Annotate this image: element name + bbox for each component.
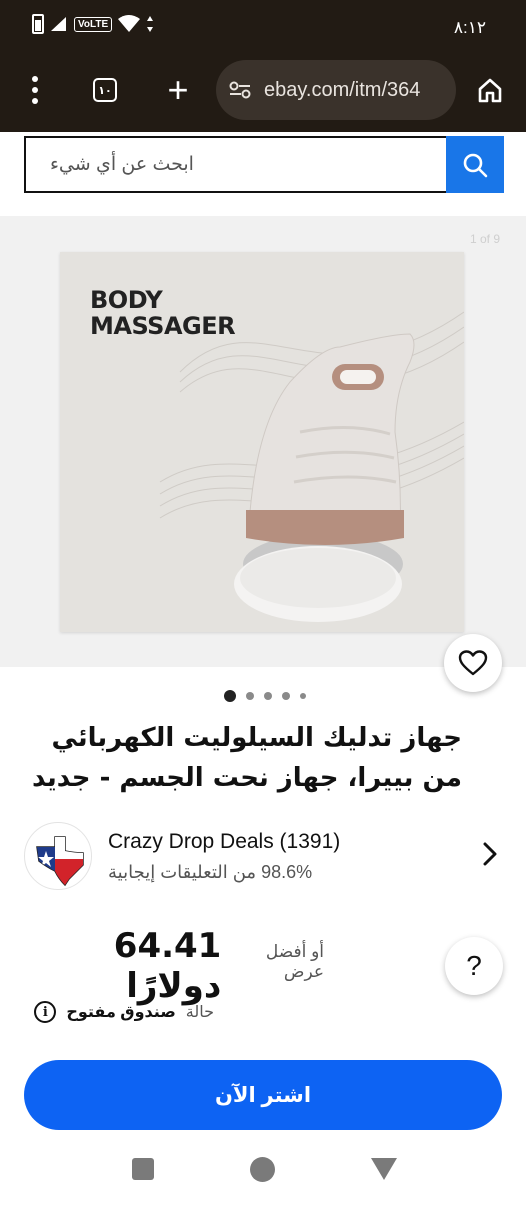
volte-badge: VoLTE <box>74 16 113 32</box>
search-icon <box>463 153 488 177</box>
pager-dot[interactable] <box>264 692 272 700</box>
seller-feedback: 98.6% من التعليقات إيجابية <box>108 862 313 882</box>
heart-icon <box>458 650 488 676</box>
recents-icon[interactable] <box>132 1158 154 1180</box>
battery-icon <box>32 14 44 34</box>
price-value: 64.41 دولارًا <box>113 926 222 1006</box>
favorite-button[interactable] <box>444 634 502 692</box>
site-settings-icon[interactable] <box>216 80 264 100</box>
search-button[interactable] <box>446 136 504 193</box>
new-tab-plus-icon[interactable]: + <box>160 60 196 120</box>
condition-value: صندوق مفتوح <box>66 1004 176 1021</box>
home-icon[interactable] <box>470 60 510 120</box>
pager-dot[interactable] <box>246 692 254 700</box>
signal-icon <box>51 17 66 31</box>
browser-chrome: VoLTE ٨:١٢ ١٠ + ebay.com/itm/364 <box>0 0 526 132</box>
product-title: جهاز تدليك السيلوليت الكهربائي من بييرا،… <box>31 723 462 793</box>
tab-count: ١٠ <box>93 78 117 102</box>
pager-dot[interactable] <box>224 690 236 702</box>
search-input[interactable]: ابحث عن أي شيء <box>26 138 446 191</box>
chevron-right-icon[interactable] <box>482 842 498 866</box>
image-counter: 1 of 9 <box>469 232 500 246</box>
pager-dot[interactable] <box>300 693 306 699</box>
best-offer-text: أو أفضل عرض <box>265 942 324 981</box>
product-image[interactable]: BODY MASSAGER <box>60 252 464 632</box>
condition-label: حالة <box>185 1004 214 1021</box>
url-bar[interactable]: ebay.com/itm/364 <box>216 60 456 120</box>
data-arrows-icon <box>147 16 154 32</box>
tabs-button[interactable]: ١٠ <box>88 60 122 120</box>
price-row: أو أفضل عرض 64.41 دولارًا <box>24 926 324 1006</box>
system-nav-bar <box>0 1140 526 1205</box>
seller-avatar <box>24 822 92 890</box>
image-gallery[interactable]: 1 of 9 BODY MASSAGER <box>0 216 526 667</box>
buy-now-button[interactable]: اشتر الآن <box>24 1060 502 1130</box>
status-bar: VoLTE ٨:١٢ <box>0 0 526 50</box>
home-nav-icon[interactable] <box>250 1157 275 1182</box>
help-button[interactable]: ? <box>445 937 503 995</box>
box-title: BODY MASSAGER <box>90 286 236 340</box>
condition-row: حالة صندوق مفتوح i <box>24 998 214 1026</box>
back-icon[interactable] <box>371 1158 397 1180</box>
status-icons: VoLTE <box>32 14 154 34</box>
pager-dot[interactable] <box>282 692 290 700</box>
wifi-icon <box>118 15 141 32</box>
menu-dots-icon[interactable] <box>20 60 50 120</box>
status-time: ٨:١٢ <box>453 18 486 37</box>
gallery-pager <box>0 688 526 704</box>
browser-toolbar: ١٠ + ebay.com/itm/364 <box>0 60 526 120</box>
search-bar: ابحث عن أي شيء <box>24 136 504 193</box>
url-text: ebay.com/itm/364 <box>264 78 421 101</box>
seller-name: Crazy Drop Deals (1391) <box>108 830 341 853</box>
seller-card[interactable]: Crazy Drop Deals (1391) 98.6% من التعليق… <box>24 820 502 890</box>
info-icon[interactable]: i <box>34 1001 57 1023</box>
